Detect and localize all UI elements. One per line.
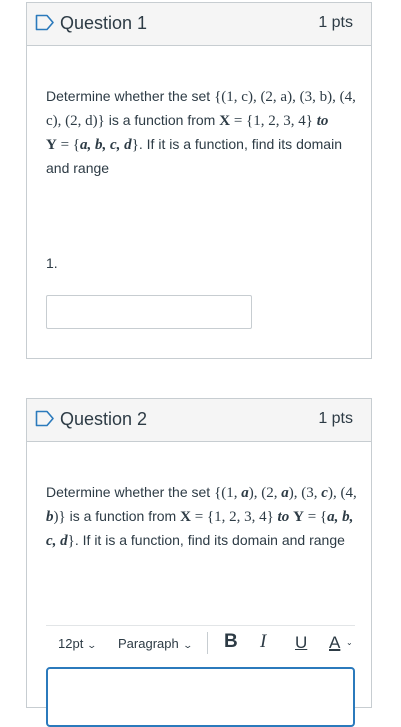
- editor-toolbar: 12pt ⌄ Paragraph ⌄ B I U A ⌄: [46, 625, 355, 662]
- codomain-close: }: [67, 533, 75, 549]
- domain-set: = {1, 2, 3, 4}: [230, 113, 317, 129]
- question-set-var: a: [281, 485, 289, 501]
- question-text-part: is a function from: [104, 112, 220, 128]
- chevron-down-icon: ⌄: [86, 640, 98, 650]
- question-text: Determine whether the set {(1, a), (2, a…: [46, 481, 357, 553]
- answer-input[interactable]: [46, 295, 252, 329]
- paragraph-select[interactable]: Paragraph ⌄: [118, 636, 193, 651]
- question-header: Question 1 1 pts: [27, 3, 371, 46]
- answer-label: 1.: [46, 255, 58, 271]
- italic-button[interactable]: I: [260, 631, 266, 653]
- question-text-part: is a function from: [65, 508, 181, 524]
- question-set-part: ), (3,: [288, 485, 322, 501]
- question-set-part: )}: [53, 509, 66, 525]
- toolbar-divider: [207, 632, 208, 654]
- question-set-part: ), (2,: [248, 485, 282, 501]
- codomain-values: a, b, c, d: [80, 137, 132, 153]
- question-title: Question 1: [60, 13, 148, 33]
- question-set-part: {(1,: [214, 485, 242, 501]
- question-header: Question 2 1 pts: [27, 399, 371, 442]
- codomain-eq: = {: [56, 137, 81, 153]
- question-title: Question 2: [60, 409, 148, 429]
- chevron-down-icon[interactable]: ⌄: [346, 638, 353, 647]
- bold-button[interactable]: B: [224, 631, 238, 653]
- codomain-close: }: [131, 137, 139, 153]
- paragraph-label: Paragraph: [118, 636, 179, 651]
- codomain-var: Y: [293, 509, 304, 525]
- question-points: 1 pts: [318, 410, 353, 427]
- flag-icon[interactable]: [35, 14, 55, 31]
- rich-text-editor[interactable]: [46, 667, 355, 727]
- codomain-eq: = {: [303, 509, 328, 525]
- underline-button[interactable]: U: [295, 633, 307, 653]
- domain-var: X: [180, 509, 191, 525]
- question-points: 1 pts: [318, 14, 353, 31]
- question-set-var: b: [46, 509, 54, 525]
- question-set-part: ), (4,: [327, 485, 357, 501]
- question-text-part: . If it is a function, find its domain a…: [74, 532, 345, 548]
- text-color-button[interactable]: A: [329, 633, 340, 653]
- question-1: Question 1 1 pts Determine whether the s…: [26, 2, 372, 359]
- question-text: Determine whether the set {(1, c), (2, a…: [46, 85, 357, 180]
- chevron-down-icon: ⌄: [182, 640, 193, 650]
- to-word: to: [277, 509, 290, 525]
- question-text-part: Determine whether the set: [46, 88, 215, 104]
- question-text-part: Determine whether the set: [46, 484, 215, 500]
- flag-icon[interactable]: [35, 410, 55, 427]
- font-size-select[interactable]: 12pt ⌄: [58, 636, 98, 651]
- question-set-var: c: [321, 485, 328, 501]
- font-size-label: 12pt: [58, 636, 84, 651]
- question-set-var: a: [241, 485, 249, 501]
- question-2: Question 2 1 pts Determine whether the s…: [26, 398, 372, 727]
- domain-var: X: [219, 113, 231, 129]
- domain-set: = {1, 2, 3, 4}: [190, 509, 278, 525]
- to-word: to: [316, 113, 329, 129]
- codomain-var: Y: [46, 137, 57, 153]
